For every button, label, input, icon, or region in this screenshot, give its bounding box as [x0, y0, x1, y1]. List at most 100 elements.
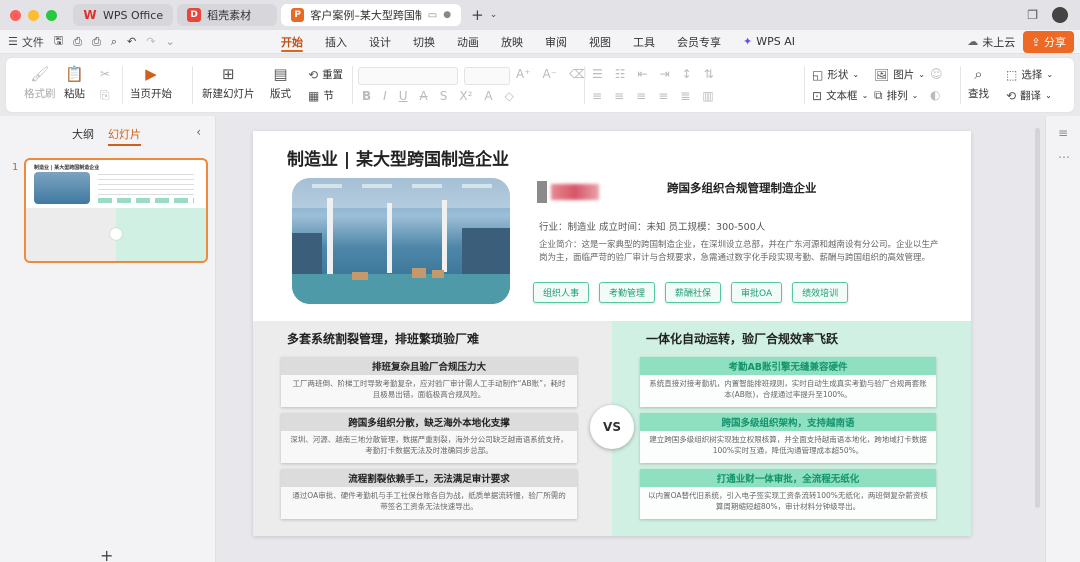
- font-size-select[interactable]: [464, 67, 510, 85]
- decrease-font-icon[interactable]: A⁻: [543, 67, 558, 81]
- layout-button[interactable]: ▤ 版式: [270, 65, 291, 101]
- bullet-list-icon[interactable]: ☰: [592, 67, 603, 81]
- problem-title: 跨国多组织分散，缺乏海外本地化支撑: [281, 413, 577, 431]
- reset-button[interactable]: ⟲ 重置: [308, 67, 343, 82]
- add-slide-button[interactable]: +: [100, 546, 113, 562]
- tab-review[interactable]: 审阅: [534, 30, 578, 54]
- paste-button[interactable]: 📋 粘贴: [64, 65, 85, 101]
- picture-button[interactable]: 🖼 图片 ⌄: [874, 67, 925, 82]
- close-window-button[interactable]: [10, 9, 21, 21]
- copy-icon[interactable]: ⎘: [100, 88, 110, 103]
- increase-indent-icon[interactable]: ⇥: [660, 67, 670, 81]
- underline-icon[interactable]: U: [399, 89, 408, 103]
- save-icon[interactable]: 🖫: [54, 32, 63, 51]
- italic-icon[interactable]: I: [383, 89, 387, 103]
- superscript-icon[interactable]: X²: [459, 89, 472, 103]
- qat-more-icon[interactable]: ⌄: [165, 35, 174, 48]
- align-center-icon[interactable]: ≡: [614, 89, 624, 103]
- translate-button[interactable]: ⟲ 翻译 ⌄: [1006, 88, 1052, 103]
- sidebar-menu-icon[interactable]: ≡: [1058, 126, 1068, 140]
- tab-member[interactable]: 会员专享: [666, 30, 732, 54]
- window-controls: [10, 9, 57, 21]
- thumb-right-section: [116, 208, 206, 261]
- justify-icon[interactable]: ≡: [658, 89, 668, 103]
- tab-view[interactable]: 视图: [578, 30, 622, 54]
- tab-insert[interactable]: 插入: [314, 30, 358, 54]
- collapse-panel-icon[interactable]: ‹: [196, 125, 201, 139]
- font-size-controls: A⁺ A⁻ ⌫: [516, 67, 586, 81]
- tab-home[interactable]: 开始: [270, 30, 314, 54]
- window-layout-icon[interactable]: ❐: [1027, 8, 1038, 22]
- redo-icon[interactable]: ↷: [146, 35, 155, 48]
- columns-icon[interactable]: ▥: [702, 89, 713, 103]
- more-options-icon[interactable]: ⋯: [1058, 150, 1070, 164]
- select-button[interactable]: ⬚ 选择 ⌄: [1006, 67, 1053, 82]
- menu-bar: ☰ 文件 🖫 ⎙ ⎙ ⌕ ↶ ↷ ⌄ 开始 插入 设计 切换 动画 放映 审阅 …: [0, 30, 1080, 54]
- tab-outline[interactable]: 大纲: [72, 126, 94, 146]
- align-left-icon[interactable]: ≡: [592, 89, 602, 103]
- ribbon-separator: [584, 66, 585, 104]
- print-preview-icon[interactable]: ⌕: [111, 35, 117, 49]
- company-intro: 企业简介：这是一家典型的跨国制造企业，在深圳设立总部，并在广东河源和越南设有分公…: [539, 240, 939, 263]
- chevron-down-icon[interactable]: ⌄: [490, 10, 498, 20]
- increase-font-icon[interactable]: A⁺: [516, 67, 531, 81]
- solution-body: 以内置OA替代旧系统，引入电子签实现工资条流转100%无纸化，两班倒复杂薪资核算…: [648, 491, 928, 511]
- tab-wps-office[interactable]: W WPS Office: [73, 4, 174, 26]
- print-icon[interactable]: ⎙: [92, 35, 101, 49]
- avatar[interactable]: [1052, 7, 1068, 23]
- tab-animation[interactable]: 动画: [446, 30, 490, 54]
- section-button[interactable]: ▦ 节: [308, 88, 334, 103]
- person-icon[interactable]: ☺: [930, 67, 943, 81]
- distribute-icon[interactable]: ≣: [680, 89, 690, 103]
- file-menu[interactable]: 文件: [22, 34, 44, 50]
- company-meta: 行业：制造业 成立时间：未知 员工规模：300-500人: [539, 222, 766, 233]
- find-button[interactable]: ⌕ 查找: [968, 65, 989, 101]
- decrease-indent-icon[interactable]: ⇤: [638, 67, 648, 81]
- format-painter-button[interactable]: 🖌 格式刷: [24, 65, 56, 101]
- align-right-icon[interactable]: ≡: [636, 89, 646, 103]
- tab-wps-ai[interactable]: ✦ WPS AI: [732, 30, 806, 54]
- problem-card: 流程割裂依赖手工，无法满足审计要求 通过OA审批、硬件考勤机与手工社保台账各自为…: [281, 469, 577, 519]
- ribbon-separator: [352, 66, 353, 104]
- tag-attendance: 考勤管理: [599, 282, 656, 303]
- new-slide-button[interactable]: ⊞ 新建幻灯片: [202, 65, 255, 101]
- menu-icon[interactable]: ☰: [8, 35, 18, 48]
- highlight-icon[interactable]: ◇: [505, 89, 514, 103]
- maximize-window-button[interactable]: [46, 9, 57, 21]
- tab-slides[interactable]: 幻灯片: [108, 126, 141, 146]
- line-spacing-icon[interactable]: ↕: [682, 67, 692, 81]
- shadow-icon[interactable]: S: [440, 89, 448, 103]
- monitor-icon[interactable]: ▭: [428, 10, 437, 21]
- fill-icon[interactable]: ◐: [930, 88, 940, 102]
- undo-icon[interactable]: ↶: [127, 35, 136, 48]
- share-button[interactable]: ⇪ 分享: [1023, 30, 1074, 53]
- font-color-icon[interactable]: A: [484, 89, 492, 103]
- play-current-button[interactable]: ▶ 当页开始: [130, 65, 172, 101]
- slide-thumbnail[interactable]: 制造业 | 某大型跨国制造企业: [24, 158, 208, 263]
- tab-slideshow[interactable]: 放映: [490, 30, 534, 54]
- tab-transitions[interactable]: 切换: [402, 30, 446, 54]
- tab-tools[interactable]: 工具: [622, 30, 666, 54]
- minimize-window-button[interactable]: [28, 9, 39, 21]
- tab-docer[interactable]: D 稻壳素材: [177, 4, 278, 26]
- new-tab-button[interactable]: +: [471, 6, 484, 24]
- numbered-list-icon[interactable]: ☷: [615, 67, 626, 81]
- bold-icon[interactable]: B: [362, 89, 371, 103]
- strikethrough-icon[interactable]: A: [420, 89, 428, 103]
- vertical-scrollbar[interactable]: [1035, 128, 1040, 508]
- export-pdf-icon[interactable]: ⎙: [73, 35, 82, 49]
- text-direction-icon[interactable]: ⇅: [704, 67, 714, 81]
- slide[interactable]: 制造业 | 某大型跨国制造企业 跨国多组织合规管理制造企业 行业：制造业 成立时…: [253, 131, 971, 536]
- problem-title: 排班复杂且验厂合规压力大: [281, 357, 577, 375]
- font-family-select[interactable]: [358, 67, 458, 85]
- company-name: 跨国多组织合规管理制造企业: [667, 181, 817, 195]
- arrange-button[interactable]: ⧉ 排列 ⌄: [874, 88, 918, 103]
- ribbon-tabs: 开始 插入 设计 切换 动画 放映 审阅 视图 工具 会员专享 ✦ WPS AI: [270, 30, 806, 54]
- cloud-status[interactable]: 未上云: [982, 34, 1015, 50]
- textbox-button[interactable]: ⊡ 文本框 ⌄: [812, 88, 868, 103]
- shape-button[interactable]: ◱ 形状 ⌄: [812, 67, 859, 82]
- tab-document[interactable]: P 客户案例–某大型跨国制造 ▭ ●: [281, 4, 462, 26]
- cut-icon[interactable]: ✂: [100, 67, 110, 81]
- tab-design[interactable]: 设计: [358, 30, 402, 54]
- tab-dot-icon[interactable]: ●: [443, 10, 451, 20]
